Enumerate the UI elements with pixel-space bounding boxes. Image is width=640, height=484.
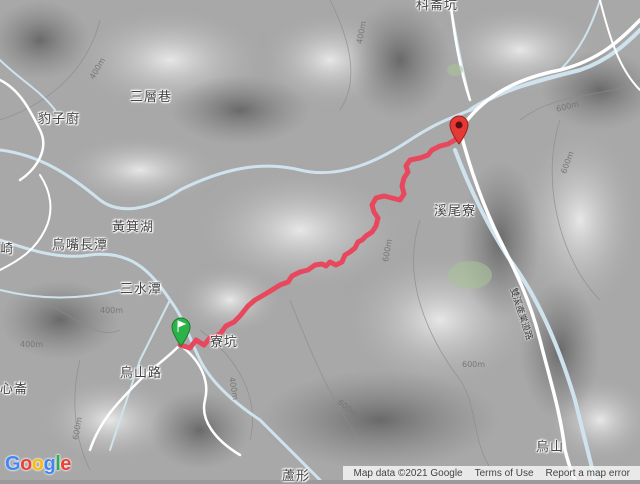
place-label-wuzui: 烏嘴長潭: [52, 238, 109, 253]
place-label-baozi: 豹子廚: [38, 112, 81, 127]
logo-letter: o: [31, 453, 44, 475]
contour-label: 600m: [462, 360, 486, 369]
place-label-sanceng: 三層巷: [130, 90, 173, 105]
place-label-huangji: 黃箕湖: [112, 220, 155, 235]
logo-letter: o: [20, 453, 32, 475]
end-marker[interactable]: [448, 114, 470, 146]
place-label-wushanlu: 烏山路: [120, 366, 163, 381]
logo-letter: g: [43, 453, 56, 475]
start-marker[interactable]: [170, 316, 192, 348]
terms-of-use-link[interactable]: Terms of Use: [469, 468, 540, 479]
attribution-bar: Map data ©2021 Google Terms of Use Repor…: [343, 466, 640, 480]
place-label-sanshui: 三水潭: [120, 282, 163, 297]
logo-letter: G: [5, 453, 21, 475]
contour-label: 400m: [100, 306, 124, 315]
place-label-xinlun: 心崙: [0, 382, 29, 397]
place-label-left: 崎: [0, 242, 15, 257]
google-logo: Google: [5, 453, 71, 476]
logo-letter: e: [60, 453, 71, 475]
contour-label: 400m: [20, 340, 44, 349]
place-label-bottom: 蘆形: [282, 469, 311, 484]
place-label-liaokeng: 寮坑: [210, 335, 239, 350]
map-data-credit: Map data ©2021 Google: [353, 467, 463, 479]
place-label-top: 科崙坑: [416, 0, 459, 13]
place-label-wushan: 烏山: [536, 440, 565, 455]
report-map-error-link[interactable]: Report a map error: [540, 468, 636, 479]
place-label-xiwei: 溪尾寮: [434, 204, 477, 219]
pin-dot-icon: [455, 121, 463, 129]
